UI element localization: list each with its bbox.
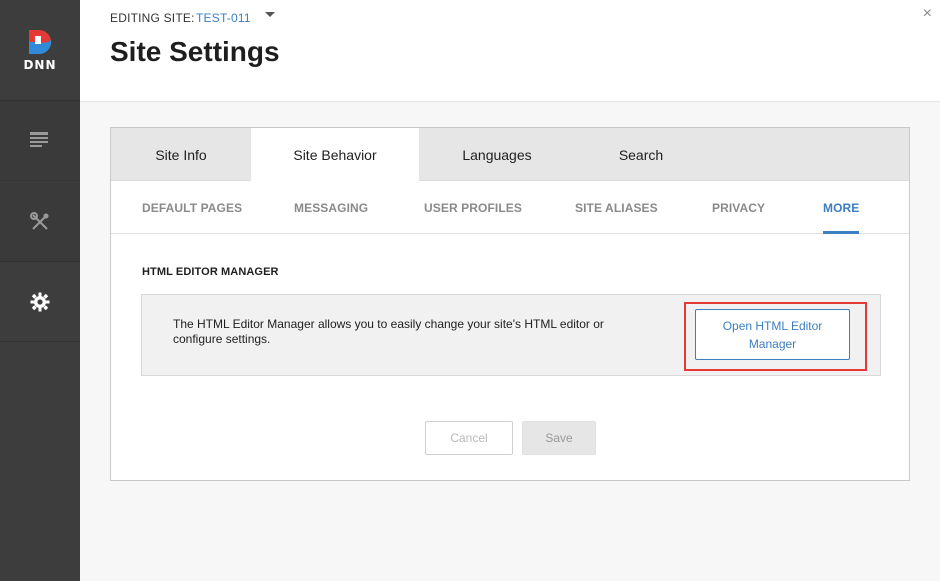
- sidebar-item-settings[interactable]: [0, 262, 80, 342]
- subtab-more[interactable]: MORE: [823, 181, 860, 234]
- sidebar-item-tools[interactable]: [0, 182, 80, 262]
- settings-panel: Site Info Site Behavior Languages Search…: [110, 127, 910, 481]
- editing-site-label: EDITING SITE:: [110, 11, 195, 25]
- logo-text: DNN: [23, 58, 57, 72]
- subtab-user-profiles[interactable]: USER PROFILES: [424, 181, 522, 234]
- section-title: HTML EDITOR MANAGER: [142, 266, 279, 278]
- header: EDITING SITE: TEST-011 Site Settings ×: [80, 0, 940, 102]
- tools-icon: [30, 211, 49, 230]
- sidebar: DNN: [0, 0, 80, 581]
- section-description: The HTML Editor Manager allows you to ea…: [173, 317, 604, 346]
- tab-site-behavior[interactable]: Site Behavior: [251, 128, 419, 182]
- tab-site-info[interactable]: Site Info: [111, 128, 251, 181]
- site-selector[interactable]: TEST-011: [196, 11, 251, 25]
- dnn-logo[interactable]: DNN: [0, 0, 80, 101]
- html-editor-info-box: The HTML Editor Manager allows you to ea…: [141, 294, 881, 376]
- subtab-default-pages[interactable]: DEFAULT PAGES: [142, 181, 242, 234]
- page-title: Site Settings: [110, 36, 280, 67]
- main-tabs: Site Info Site Behavior Languages Search: [111, 128, 909, 182]
- open-html-editor-manager-button[interactable]: Open HTML Editor Manager: [695, 309, 850, 360]
- sidebar-item-content[interactable]: [0, 101, 80, 181]
- subtab-site-aliases[interactable]: SITE ALIASES: [575, 181, 658, 234]
- gear-icon: [30, 292, 50, 311]
- save-button[interactable]: Save: [522, 421, 596, 455]
- tab-languages[interactable]: Languages: [419, 128, 575, 181]
- tab-search[interactable]: Search: [575, 128, 707, 181]
- subtab-privacy[interactable]: PRIVACY: [712, 181, 765, 234]
- chevron-down-icon[interactable]: [265, 12, 275, 17]
- content-list-icon: [30, 131, 48, 147]
- dnn-logo-icon: [29, 30, 52, 55]
- sub-tabs: DEFAULT PAGES MESSAGING USER PROFILES SI…: [111, 181, 909, 234]
- close-icon[interactable]: ×: [923, 6, 932, 22]
- cancel-button[interactable]: Cancel: [425, 421, 513, 455]
- subtab-messaging[interactable]: MESSAGING: [294, 181, 368, 234]
